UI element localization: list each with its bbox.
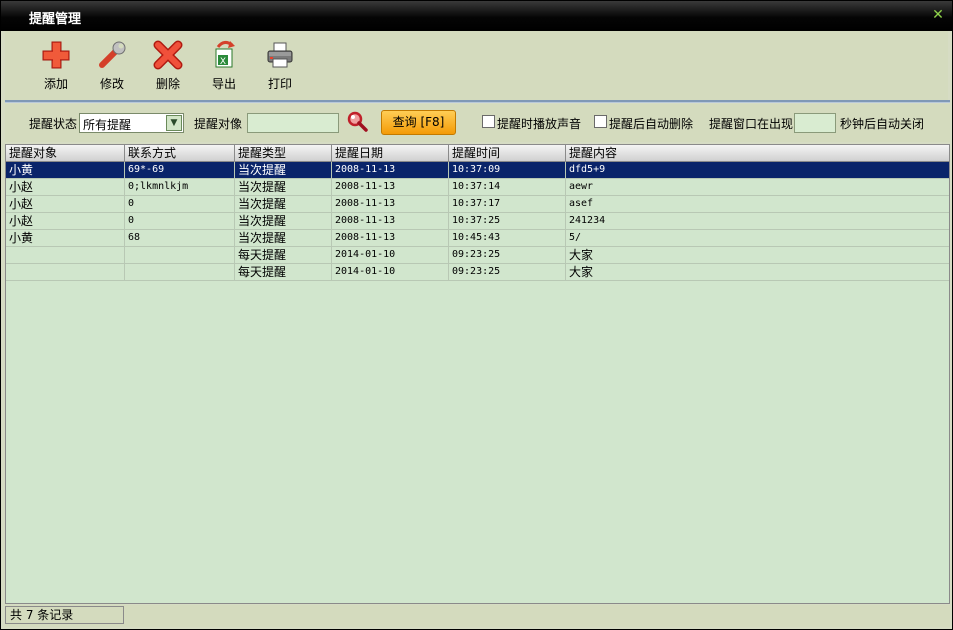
table-row[interactable]: 每天提醒 2014-01-10 09:23:25 大家: [6, 247, 949, 264]
cell-content: dfd5+9: [569, 164, 606, 175]
edit-button-label: 修改: [99, 77, 124, 91]
chevron-down-icon[interactable]: ▼: [166, 115, 182, 131]
column-header-type[interactable]: 提醒类型: [235, 145, 332, 162]
cell-content: 241234: [569, 215, 606, 226]
status-bar: 共 7 条记录: [5, 605, 950, 627]
cell-date: 2014-01-10: [332, 247, 449, 263]
cell-content: aewr: [569, 181, 594, 192]
delete-x-icon: [153, 40, 183, 70]
close-icon[interactable]: ✕: [930, 7, 946, 23]
query-button[interactable]: 查询 [F8]: [381, 110, 456, 135]
filter-bar: 提醒状态 所有提醒 ▼ 提醒对像 查询 [F8] 提醒时播放声音 提醒后自动删除…: [5, 104, 950, 142]
cell-target: 小赵: [6, 179, 125, 195]
delete-button[interactable]: 删除: [143, 39, 193, 93]
print-button-label: 打印: [267, 77, 292, 91]
toolbar-divider: [5, 100, 950, 103]
cell-time: 10:37:14: [449, 179, 566, 195]
cell-content: 大家: [569, 248, 594, 262]
target-label: 提醒对像: [194, 117, 243, 131]
cell-date: 2008-11-13: [332, 162, 449, 178]
title-bar[interactable]: 提醒管理 ✕: [1, 1, 952, 31]
column-header-date[interactable]: 提醒日期: [332, 145, 449, 162]
cell-date: 2008-11-13: [332, 213, 449, 229]
cell-type: 每天提醒: [235, 264, 332, 280]
reminder-table[interactable]: 提醒对象 联系方式 提醒类型 提醒日期 提醒时间 提醒内容 小黄 69*-69 当次…: [5, 144, 950, 604]
cell-contact: 0: [125, 196, 235, 212]
column-header-contact[interactable]: 联系方式: [125, 145, 235, 162]
reminder-management-window: 提醒管理 ✕ 添加 修改 删除 X 导出 打印 提醒状态 所有提醒 ▼ 提醒对像…: [0, 0, 953, 630]
cell-target: 小赵: [6, 196, 125, 212]
cell-type: 当次提醒: [235, 196, 332, 212]
search-icon[interactable]: [347, 111, 369, 133]
column-header-content[interactable]: 提醒内容: [566, 145, 949, 162]
cell-type: 每天提醒: [235, 247, 332, 263]
cell-target: 小赵: [6, 213, 125, 229]
column-header-target[interactable]: 提醒对象: [6, 145, 125, 162]
cell-target: [6, 264, 125, 280]
table-row[interactable]: 小黄 68 当次提醒 2008-11-13 10:45:43 5/: [6, 230, 949, 247]
auto-delete-label: 提醒后自动删除: [609, 117, 694, 131]
cell-type: 当次提醒: [235, 162, 332, 178]
cell-date: 2008-11-13: [332, 196, 449, 212]
play-sound-label: 提醒时播放声音: [497, 117, 582, 131]
add-button-label: 添加: [43, 77, 68, 91]
print-button[interactable]: 打印: [255, 39, 305, 93]
export-button[interactable]: X 导出: [199, 39, 249, 93]
window-close-prefix-label: 提醒窗口在出现: [709, 117, 794, 131]
cell-date: 2014-01-10: [332, 264, 449, 280]
cell-time: 10:37:17: [449, 196, 566, 212]
cell-time: 09:23:25: [449, 247, 566, 263]
status-label: 提醒状态: [29, 117, 78, 131]
edit-wrench-icon: [99, 41, 126, 68]
auto-delete-checkbox[interactable]: [594, 115, 607, 128]
cell-contact: [125, 247, 235, 263]
table-row[interactable]: 小赵 0;lkmnlkjm 当次提醒 2008-11-13 10:37:14 aewr: [6, 179, 949, 196]
cell-contact: 68: [125, 230, 235, 246]
cell-time: 10:37:25: [449, 213, 566, 229]
cell-type: 当次提醒: [235, 179, 332, 195]
status-select-value: 所有提醒: [83, 118, 132, 132]
cell-target: 小黄: [6, 230, 125, 246]
add-button[interactable]: 添加: [31, 39, 81, 93]
table-body: 小黄 69*-69 当次提醒 2008-11-13 10:37:09 dfd5+9 小赵 0;…: [6, 162, 949, 281]
table-row[interactable]: 小黄 69*-69 当次提醒 2008-11-13 10:37:09 dfd5+9: [6, 162, 949, 179]
window-close-suffix-label: 秒钟后自动关闭: [840, 117, 925, 131]
table-row[interactable]: 小赵 0 当次提醒 2008-11-13 10:37:17 asef: [6, 196, 949, 213]
cell-content: 大家: [569, 265, 594, 279]
auto-close-seconds-input[interactable]: [794, 113, 836, 133]
cell-target: 小黄: [6, 162, 125, 178]
target-input[interactable]: [247, 113, 339, 133]
cell-time: 10:37:09: [449, 162, 566, 178]
cell-date: 2008-11-13: [332, 179, 449, 195]
cell-type: 当次提醒: [235, 213, 332, 229]
printer-icon: [267, 42, 293, 68]
table-row[interactable]: 每天提醒 2014-01-10 09:23:25 大家: [6, 264, 949, 281]
delete-button-label: 删除: [155, 77, 180, 91]
toolbar: 添加 修改 删除 X 导出 打印: [5, 31, 948, 101]
play-sound-checkbox[interactable]: [482, 115, 495, 128]
svg-text:X: X: [220, 57, 226, 67]
cell-contact: 0;lkmnlkjm: [125, 179, 235, 195]
cell-contact: 69*-69: [125, 162, 235, 178]
cell-type: 当次提醒: [235, 230, 332, 246]
cell-time: 09:23:25: [449, 264, 566, 280]
cell-content: 5/: [569, 232, 582, 243]
export-button-label: 导出: [211, 77, 236, 91]
table-header: 提醒对象 联系方式 提醒类型 提醒日期 提醒时间 提醒内容: [6, 145, 949, 162]
export-excel-icon: X: [215, 40, 235, 68]
cell-date: 2008-11-13: [332, 230, 449, 246]
record-count: 共 7 条记录: [5, 606, 124, 624]
cell-contact: 0: [125, 213, 235, 229]
cell-target: [6, 247, 125, 263]
cell-contact: [125, 264, 235, 280]
window-title: 提醒管理: [29, 12, 82, 27]
cell-content: asef: [569, 198, 594, 209]
cell-time: 10:45:43: [449, 230, 566, 246]
edit-button[interactable]: 修改: [87, 39, 137, 93]
column-header-time[interactable]: 提醒时间: [449, 145, 566, 162]
status-select[interactable]: 所有提醒 ▼: [79, 113, 184, 133]
add-plus-icon: [42, 41, 70, 69]
table-row[interactable]: 小赵 0 当次提醒 2008-11-13 10:37:25 241234: [6, 213, 949, 230]
